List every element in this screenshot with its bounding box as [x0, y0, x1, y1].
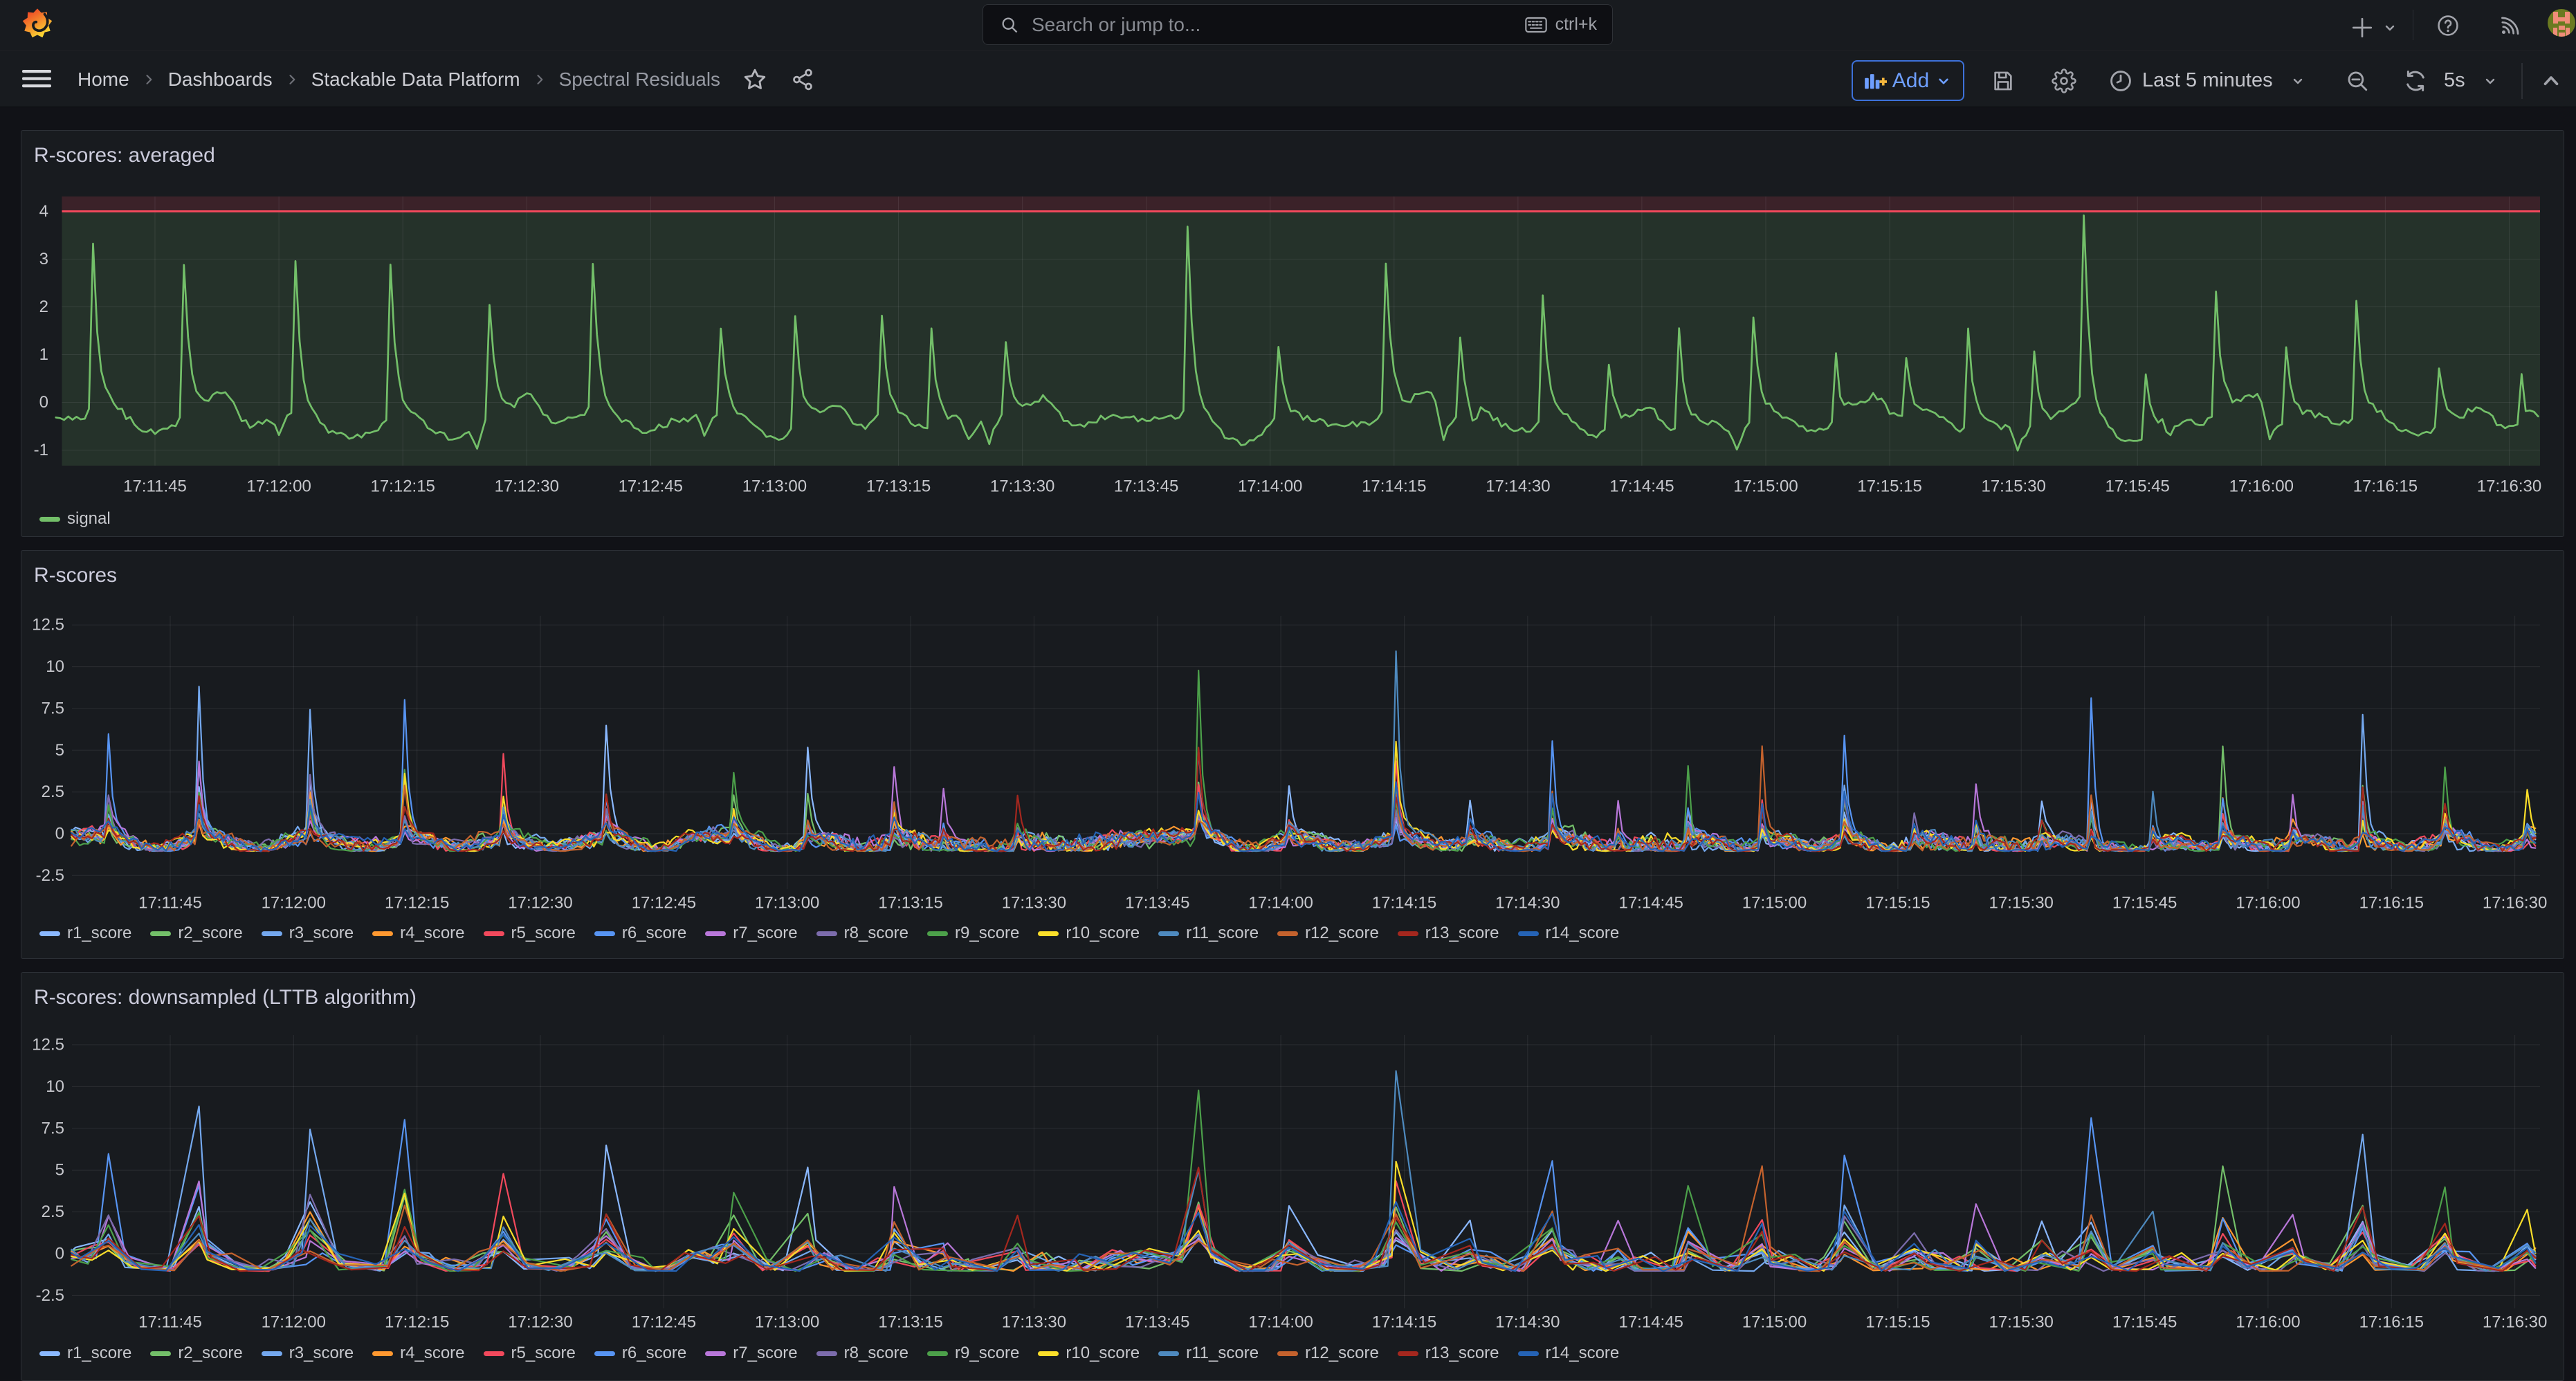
svg-text:7.5: 7.5	[42, 699, 64, 718]
svg-text:17:14:00: 17:14:00	[1248, 894, 1313, 913]
svg-text:17:13:45: 17:13:45	[1125, 894, 1189, 913]
svg-text:17:13:15: 17:13:15	[878, 894, 942, 913]
svg-text:3: 3	[39, 250, 48, 268]
svg-text:17:14:30: 17:14:30	[1495, 1313, 1560, 1332]
svg-text:17:13:45: 17:13:45	[1114, 477, 1178, 496]
svg-text:0: 0	[39, 393, 48, 412]
svg-text:17:16:30: 17:16:30	[2477, 477, 2541, 496]
svg-text:-1: -1	[34, 441, 48, 459]
svg-text:17:12:15: 17:12:15	[385, 894, 449, 913]
svg-text:17:13:15: 17:13:15	[866, 477, 931, 496]
svg-text:2.5: 2.5	[42, 1202, 64, 1221]
svg-text:17:13:45: 17:13:45	[1125, 1313, 1189, 1332]
svg-text:12.5: 12.5	[32, 1036, 64, 1054]
svg-text:17:12:45: 17:12:45	[632, 1313, 696, 1332]
svg-text:17:12:00: 17:12:00	[262, 1313, 326, 1332]
svg-text:10: 10	[46, 657, 64, 676]
svg-text:17:13:15: 17:13:15	[878, 1313, 942, 1332]
svg-text:-2.5: -2.5	[36, 866, 64, 885]
svg-text:17:14:15: 17:14:15	[1362, 477, 1426, 496]
svg-text:17:15:45: 17:15:45	[2105, 477, 2169, 496]
svg-text:17:14:45: 17:14:45	[1609, 477, 1674, 496]
svg-text:17:15:30: 17:15:30	[1981, 477, 2045, 496]
svg-text:17:15:00: 17:15:00	[1733, 477, 1798, 496]
svg-text:17:13:00: 17:13:00	[755, 894, 819, 913]
svg-text:17:12:15: 17:12:15	[370, 477, 435, 496]
svg-text:17:15:45: 17:15:45	[2112, 1313, 2177, 1332]
svg-text:17:13:00: 17:13:00	[742, 477, 807, 496]
svg-text:17:14:30: 17:14:30	[1495, 894, 1560, 913]
svg-text:5: 5	[55, 1161, 64, 1180]
svg-text:5: 5	[55, 741, 64, 760]
svg-text:17:12:45: 17:12:45	[619, 477, 683, 496]
svg-text:7.5: 7.5	[42, 1119, 64, 1137]
svg-text:17:15:15: 17:15:15	[1865, 894, 1930, 913]
svg-text:17:13:30: 17:13:30	[1002, 894, 1066, 913]
svg-text:17:16:30: 17:16:30	[2483, 1313, 2547, 1332]
svg-text:17:15:45: 17:15:45	[2112, 894, 2177, 913]
svg-text:17:13:30: 17:13:30	[990, 477, 1054, 496]
svg-text:17:14:15: 17:14:15	[1372, 894, 1436, 913]
svg-text:17:16:00: 17:16:00	[2236, 1313, 2300, 1332]
svg-text:17:15:00: 17:15:00	[1742, 894, 1807, 913]
svg-text:17:14:30: 17:14:30	[1486, 477, 1550, 496]
svg-text:17:15:15: 17:15:15	[1865, 1313, 1930, 1332]
svg-text:17:16:00: 17:16:00	[2229, 477, 2294, 496]
svg-text:17:14:45: 17:14:45	[1618, 894, 1683, 913]
svg-text:17:16:00: 17:16:00	[2236, 894, 2300, 913]
svg-text:17:14:00: 17:14:00	[1248, 1313, 1313, 1332]
svg-text:17:15:00: 17:15:00	[1742, 1313, 1807, 1332]
svg-text:17:11:45: 17:11:45	[123, 477, 187, 496]
svg-text:10: 10	[46, 1077, 64, 1096]
svg-text:17:12:45: 17:12:45	[632, 894, 696, 913]
svg-text:17:14:00: 17:14:00	[1238, 477, 1302, 496]
svg-text:0: 0	[55, 1245, 64, 1263]
svg-text:17:14:45: 17:14:45	[1618, 1313, 1683, 1332]
svg-text:17:12:15: 17:12:15	[385, 1313, 449, 1332]
svg-text:17:12:30: 17:12:30	[508, 894, 572, 913]
svg-text:17:15:15: 17:15:15	[1857, 477, 1921, 496]
svg-text:17:13:30: 17:13:30	[1002, 1313, 1066, 1332]
svg-text:17:12:30: 17:12:30	[495, 477, 559, 496]
svg-text:1: 1	[39, 345, 48, 364]
svg-text:17:11:45: 17:11:45	[138, 1313, 202, 1332]
svg-text:17:12:00: 17:12:00	[262, 894, 326, 913]
svg-text:12.5: 12.5	[32, 616, 64, 634]
svg-text:17:11:45: 17:11:45	[138, 894, 202, 913]
svg-text:17:16:15: 17:16:15	[2353, 477, 2418, 496]
svg-text:-2.5: -2.5	[36, 1286, 64, 1305]
svg-text:17:16:15: 17:16:15	[2359, 1313, 2424, 1332]
svg-text:17:15:30: 17:15:30	[1989, 894, 2053, 913]
svg-text:17:12:00: 17:12:00	[246, 477, 311, 496]
svg-text:17:12:30: 17:12:30	[508, 1313, 572, 1332]
svg-text:17:15:30: 17:15:30	[1989, 1313, 2053, 1332]
svg-text:2: 2	[39, 298, 48, 316]
svg-text:17:13:00: 17:13:00	[755, 1313, 819, 1332]
svg-text:17:16:30: 17:16:30	[2483, 894, 2547, 913]
svg-text:4: 4	[39, 202, 48, 221]
svg-text:2.5: 2.5	[42, 783, 64, 801]
svg-text:17:16:15: 17:16:15	[2359, 894, 2424, 913]
svg-text:0: 0	[55, 825, 64, 843]
svg-text:17:14:15: 17:14:15	[1372, 1313, 1436, 1332]
